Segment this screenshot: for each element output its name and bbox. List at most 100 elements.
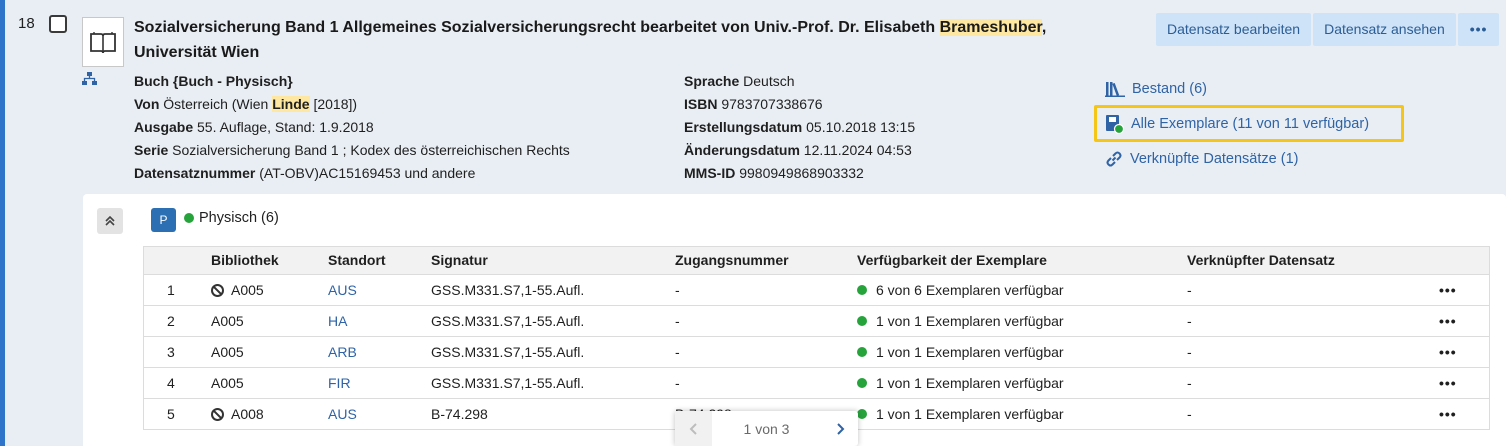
serie-value: Sozialversicherung Band 1 ; Kodex des ös…	[172, 142, 570, 158]
view-record-button[interactable]: Datensatz ansehen	[1313, 13, 1456, 46]
record-links: Bestand (6) Alle Exemplare (11 von 11 ve…	[1094, 72, 1404, 175]
von-value-post: [2018])	[309, 96, 358, 112]
serie-label: Serie	[134, 142, 169, 158]
ausgabe-value: 55. Auflage, Stand: 1.9.2018	[197, 119, 374, 135]
row-more-button[interactable]: •••	[1439, 313, 1457, 329]
available-dot-icon	[857, 409, 867, 419]
mms-id-label: MMS-ID	[684, 165, 736, 181]
location-link[interactable]: ARB	[328, 344, 357, 360]
type-value: Buch {Buch - Physisch}	[134, 73, 293, 89]
double-chevron-up-icon	[105, 215, 115, 226]
row-more-button[interactable]: •••	[1439, 375, 1457, 391]
row-more-button[interactable]: •••	[1439, 282, 1457, 298]
von-label: Von	[134, 96, 160, 112]
chevron-right-icon	[836, 422, 844, 435]
record-meta-mid: Sprache Deutsch ISBN 9783707338676 Erste…	[684, 70, 915, 185]
record-title[interactable]: Sozialversicherung Band 1 Allgemeines So…	[134, 15, 1074, 65]
accession-number: -	[675, 282, 680, 298]
erstellungsdatum-value: 05.10.2018 13:15	[806, 119, 916, 135]
datensatznummer-value: (AT-OBV)AC15169453 und andere	[259, 165, 476, 181]
edit-record-button[interactable]: Datensatz bearbeiten	[1156, 13, 1312, 46]
col-signatur[interactable]: Signatur	[431, 252, 488, 268]
more-actions-button[interactable]: •••	[1457, 13, 1500, 46]
all-items-link[interactable]: Alle Exemplare (11 von 11 verfügbar)	[1094, 105, 1404, 142]
col-zugangsnummer[interactable]: Zugangsnummer	[675, 252, 789, 268]
table-row[interactable]: 2 A005 HA GSS.M331.S7,1-55.Aufl. - 1 von…	[144, 305, 1489, 336]
link-icon	[1106, 151, 1122, 166]
linked-records-label: Verknüpfte Datensätze (1)	[1130, 150, 1299, 167]
col-standort[interactable]: Standort	[328, 252, 386, 268]
table-row[interactable]: 4 A005 FIR GSS.M331.S7,1-55.Aufl. - 1 vo…	[144, 367, 1489, 398]
blocked-icon	[211, 408, 224, 421]
col-bibliothek[interactable]: Bibliothek	[211, 252, 279, 268]
accession-number: -	[675, 313, 680, 329]
hierarchy-icon[interactable]	[82, 72, 97, 89]
location-link[interactable]: AUS	[328, 282, 357, 298]
holdings-table: Bibliothek Standort Signatur Zugangsnumm…	[143, 246, 1490, 430]
title-text: Sozialversicherung Band 1 Allgemeines So…	[134, 19, 940, 36]
title-highlight: Brameshuber	[939, 19, 1042, 36]
availability: 1 von 1 Exemplaren verfügbar	[857, 344, 1064, 360]
availability: 6 von 6 Exemplaren verfügbar	[857, 282, 1064, 298]
availability-text: 1 von 1 Exemplaren verfügbar	[876, 375, 1064, 391]
holdings-panel: P Physisch (6) Bibliothek Standort Signa…	[83, 194, 1506, 446]
aenderungsdatum-value: 12.11.2024 04:53	[803, 142, 912, 158]
library-code: A008	[231, 406, 264, 422]
collapse-button[interactable]	[97, 208, 123, 234]
items-available-icon	[1106, 114, 1124, 134]
linked-record: -	[1187, 313, 1192, 329]
location-link[interactable]: HA	[328, 313, 347, 329]
availability-text: 6 von 6 Exemplaren verfügbar	[876, 282, 1064, 298]
library-code: A005	[211, 344, 244, 360]
isbn-label: ISBN	[684, 96, 718, 112]
table-header: Bibliothek Standort Signatur Zugangsnumm…	[144, 247, 1489, 274]
availability-text: 1 von 1 Exemplaren verfügbar	[876, 406, 1064, 422]
title-line2: Universität Wien	[134, 44, 260, 61]
accession-number: -	[675, 344, 680, 360]
available-dot-icon	[857, 316, 867, 326]
linked-record: -	[1187, 282, 1192, 298]
next-page-button[interactable]	[821, 411, 858, 446]
library-books-icon	[1105, 81, 1125, 97]
aenderungsdatum-label: Änderungsdatum	[684, 142, 800, 158]
available-dot-icon	[184, 213, 194, 223]
library-code: A005	[211, 313, 244, 329]
search-result-record: 18 Sozialversicherung Band 1 Allgemeines…	[5, 0, 1506, 446]
row-more-button[interactable]: •••	[1439, 344, 1457, 360]
bestand-link[interactable]: Bestand (6)	[1103, 72, 1404, 105]
call-number: GSS.M331.S7,1-55.Aufl.	[431, 344, 585, 360]
col-verfuegbarkeit[interactable]: Verfügbarkeit der Exemplare	[857, 252, 1047, 268]
row-number: 2	[167, 313, 175, 329]
previous-page-button[interactable]	[675, 411, 712, 446]
chevron-left-icon	[689, 422, 697, 435]
availability: 1 von 1 Exemplaren verfügbar	[857, 375, 1064, 391]
library-code: A005	[231, 282, 264, 298]
title-comma: ,	[1041, 19, 1047, 36]
linked-record: -	[1187, 344, 1192, 360]
call-number: B-74.298	[431, 406, 488, 422]
record-checkbox[interactable]	[49, 15, 67, 33]
sprache-label: Sprache	[684, 73, 740, 89]
table-row[interactable]: 1 A005 AUS GSS.M331.S7,1-55.Aufl. - 6 vo…	[144, 274, 1489, 305]
sprache-value: Deutsch	[743, 73, 795, 89]
location-link[interactable]: AUS	[328, 406, 357, 422]
availability-text: 1 von 1 Exemplaren verfügbar	[876, 344, 1064, 360]
row-number: 3	[167, 344, 175, 360]
table-row[interactable]: 3 A005 ARB GSS.M331.S7,1-55.Aufl. - 1 vo…	[144, 336, 1489, 367]
accession-number: -	[675, 375, 680, 391]
col-verknuepfter-datensatz[interactable]: Verknüpfter Datensatz	[1187, 252, 1335, 268]
all-items-label: Alle Exemplare (11 von 11 verfügbar)	[1131, 115, 1370, 132]
pagination: 1 von 3	[675, 411, 858, 446]
blocked-icon	[211, 284, 224, 297]
row-more-button[interactable]: •••	[1439, 406, 1457, 422]
datensatznummer-label: Datensatznummer	[134, 165, 256, 181]
row-number: 5	[167, 406, 175, 422]
ausgabe-label: Ausgabe	[134, 119, 194, 135]
mms-id-value: 9980949868903332	[739, 165, 864, 181]
call-number: GSS.M331.S7,1-55.Aufl.	[431, 282, 585, 298]
location-link[interactable]: FIR	[328, 375, 351, 391]
library-cell: A008	[211, 406, 264, 422]
isbn-value: 9783707338676	[721, 96, 823, 112]
linked-records-link[interactable]: Verknüpfte Datensätze (1)	[1103, 142, 1404, 175]
page-indicator: 1 von 3	[743, 420, 790, 437]
